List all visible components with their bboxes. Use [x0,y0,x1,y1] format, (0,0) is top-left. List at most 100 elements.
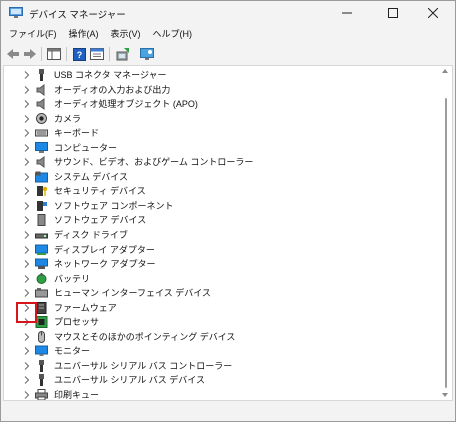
disk-drive-icon [35,233,48,239]
tree-item-label: オーディオ処理オブジェクト (APO) [54,99,198,110]
chevron-right-icon[interactable] [23,71,31,79]
chevron-right-icon[interactable] [23,245,31,254]
menu-view[interactable]: 表示(V) [105,27,147,44]
tree-item-computer[interactable]: コンピューター [4,141,444,156]
monitor-icon [35,345,48,357]
svg-text:?: ? [76,50,82,60]
tree-item-disk-drives[interactable]: ディスク ドライブ [4,228,444,243]
tree-item-label: ネットワーク アダプター [54,259,156,270]
chevron-right-icon[interactable] [23,129,31,138]
tree-item-batteries[interactable]: バッテリ [4,272,444,287]
maximize-button[interactable] [371,1,415,25]
chevron-right-icon[interactable] [23,216,31,225]
system-device-icon [35,171,48,183]
tree-item-label: キーボード [54,128,100,139]
tree-item-usb-devices[interactable]: ユニバーサル シリアル バス デバイス [4,373,444,388]
minimize-button[interactable] [325,1,369,25]
computer-icon [35,141,48,153]
tree-item-label: セキュリティ デバイス [54,186,146,197]
forward-arrow-icon [24,49,36,59]
display-adapter-icon [35,244,48,255]
chevron-right-icon[interactable] [23,347,31,356]
tree-item-network-adapters[interactable]: ネットワーク アダプター [4,257,444,272]
software-device-icon [37,214,46,227]
toolbar-separator [109,47,110,61]
tree-item-audio-inputs-outputs[interactable]: オーディオの入力および出力 [4,83,444,98]
chevron-right-icon[interactable] [23,332,31,341]
tree-item-security-devices[interactable]: セキュリティ デバイス [4,184,444,199]
toolbar: ? [1,45,455,63]
software-component-icon [37,200,47,211]
forward-button[interactable] [22,46,38,62]
help-button[interactable]: ? [71,46,87,62]
chevron-right-icon[interactable] [23,362,31,370]
tree-item-label: ヒューマン インターフェイス デバイス [54,288,211,299]
minimize-icon [342,12,352,14]
tree-item-label: コンピューター [54,142,118,153]
tree-item-print-queues[interactable]: 印刷キュー [4,388,444,400]
menu-bar: ファイル(F) 操作(A) 表示(V) ヘルプ(H) [1,27,455,44]
tree-item-usb-controllers[interactable]: ユニバーサル シリアル バス コントローラー [4,359,444,374]
title-bar[interactable]: デバイス マネージャー [1,1,455,25]
properties-button[interactable] [89,46,105,62]
menu-file[interactable]: ファイル(F) [1,27,63,44]
chevron-right-icon[interactable] [23,143,31,152]
display-adapter-expander-highlight [16,302,37,323]
toolbar-separator [41,47,42,61]
update-driver-button[interactable] [115,46,131,62]
menu-action[interactable]: 操作(A) [63,27,105,44]
tree-item-software-components[interactable]: ソフトウェア コンポーネント [4,199,444,214]
tree-item-mice-pointing-devices[interactable]: マウスとそのほかのポインティング デバイス [4,330,444,345]
tree-item-audio-processing-objects[interactable]: オーディオ処理オブジェクト (APO) [4,97,444,112]
speaker-icon [36,98,45,111]
tree-item-sound-video-game-controllers[interactable]: サウンド、ビデオ、およびゲーム コントローラー [4,155,444,170]
chevron-right-icon[interactable] [23,391,31,399]
tree-item-usb-connector-manager[interactable]: USB コネクタ マネージャー [4,68,444,83]
chevron-right-icon[interactable] [23,158,31,167]
tree-item-label: ユニバーサル シリアル バス デバイス [54,375,205,386]
device-tree-pane[interactable]: USB コネクタ マネージャー オーディオの入力および出力 オーディオ処理オブジ… [3,65,453,401]
tree-item-monitors[interactable]: モニター [4,344,444,359]
chevron-right-icon[interactable] [23,187,31,196]
tree-item-label: USB コネクタ マネージャー [54,70,167,80]
chevron-right-icon[interactable] [23,172,31,181]
close-button[interactable] [411,1,455,25]
tree-item-label: ソフトウェア コンポーネント [54,200,174,211]
tree-item-processors[interactable]: プロセッサ [4,315,444,330]
chevron-right-icon[interactable] [23,231,31,239]
chevron-right-icon[interactable] [23,114,31,123]
chevron-right-icon[interactable] [23,289,31,298]
printer-icon [35,389,48,400]
menu-help[interactable]: ヘルプ(H) [147,27,199,44]
show-hide-console-tree-button[interactable] [46,46,62,62]
speaker-icon [36,83,45,96]
tree-item-keyboards[interactable]: キーボード [4,126,444,141]
usb-connector-icon [39,69,44,81]
chevron-right-icon[interactable] [23,376,31,385]
tree-item-cameras[interactable]: カメラ [4,112,444,127]
tree-item-firmware[interactable]: ファームウェア [4,301,444,316]
usb-device-icon [39,374,44,387]
camera-icon [36,112,47,124]
device-manager-app-icon [9,7,23,18]
tree-item-human-interface-devices[interactable]: ヒューマン インターフェイス デバイス [4,286,444,301]
tree-item-display-adapters[interactable]: ディスプレイ アダプター [4,243,444,258]
tree-item-system-devices[interactable]: システム デバイス [4,170,444,185]
tree-item-label: ディスプレイ アダプター [54,244,155,255]
keyboard-icon [35,129,48,137]
tree-item-software-devices[interactable]: ソフトウェア デバイス [4,213,444,228]
scan-hardware-button[interactable] [139,46,155,62]
chevron-right-icon[interactable] [23,260,31,268]
tree-item-label: バッテリ [54,273,91,284]
chevron-right-icon[interactable] [23,202,31,210]
tree-item-label: オーディオの入力および出力 [54,84,171,95]
chevron-right-icon[interactable] [23,274,31,283]
chevron-right-icon[interactable] [23,85,31,94]
tree-item-label: システム デバイス [54,171,128,182]
device-tree: USB コネクタ マネージャー オーディオの入力および出力 オーディオ処理オブジ… [4,68,444,400]
tree-item-label: ディスク ドライブ [54,230,128,241]
network-adapter-icon [35,258,48,270]
vertical-scrollbar-thumb[interactable] [445,98,447,388]
back-button[interactable] [5,46,21,62]
chevron-right-icon[interactable] [23,100,31,108]
